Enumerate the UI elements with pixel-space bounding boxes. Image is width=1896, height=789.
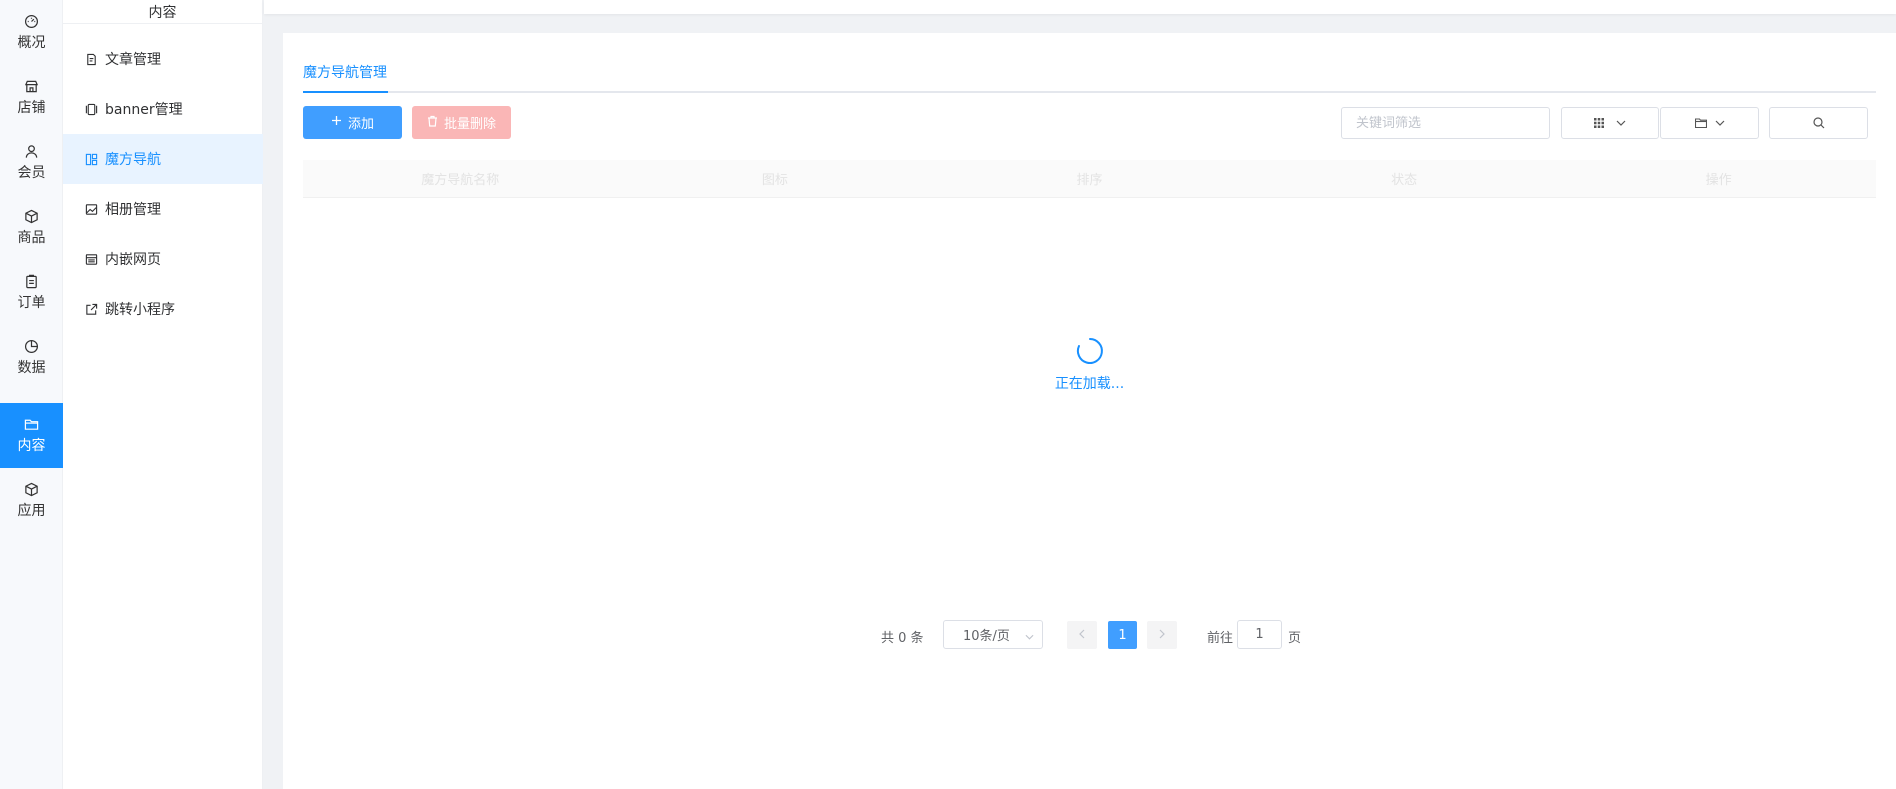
chevron-down-icon: [1616, 120, 1626, 126]
primary-sidebar: 概况 店铺 会员 商品 订单 数据 内容 应用: [0, 0, 63, 789]
goto-label: 前往: [1207, 631, 1234, 646]
goto-page-input[interactable]: [1237, 620, 1282, 649]
nav-item-content[interactable]: 内容: [0, 403, 63, 468]
search-button[interactable]: [1769, 107, 1868, 139]
nav-label: 应用: [17, 503, 46, 519]
column-header-actions: 操作: [1705, 173, 1732, 188]
webpage-icon: [85, 253, 98, 266]
column-header-icon: 图标: [761, 173, 788, 188]
table-header: 魔方导航名称 图标 排序 状态 操作: [303, 160, 1876, 198]
tab-active-indicator: [303, 91, 388, 93]
prev-page-button[interactable]: [1067, 621, 1097, 649]
tab-label: 魔方导航管理: [303, 65, 387, 81]
edit-doc-icon: [85, 53, 98, 66]
sidebar-item-magic-nav[interactable]: 魔方导航: [63, 134, 263, 184]
next-page-button[interactable]: [1147, 621, 1177, 649]
column-settings-dropdown[interactable]: [1561, 107, 1659, 139]
top-bar: [264, 0, 1896, 14]
nav-label: 内容: [17, 438, 46, 454]
page-number[interactable]: 1: [1108, 621, 1137, 649]
nav-item-shop[interactable]: 店铺: [0, 65, 63, 130]
nav-label: 会员: [17, 165, 46, 181]
app-root: 概况 店铺 会员 商品 订单 数据 内容 应用 内容 文章管理 banner管理…: [0, 0, 1896, 789]
sidebar-item-label: 内嵌网页: [105, 252, 161, 268]
export-dropdown[interactable]: [1660, 107, 1759, 139]
user-icon: [24, 144, 39, 159]
layout-icon: [85, 153, 98, 166]
nav-label: 订单: [17, 295, 46, 311]
sidebar-item-mini-program[interactable]: 跳转小程序: [63, 284, 263, 334]
folder-icon: [24, 417, 39, 432]
tab-magic-nav-management[interactable]: 魔方导航管理: [303, 63, 387, 93]
nav-item-apps[interactable]: 应用: [0, 468, 63, 533]
box-icon: [24, 209, 39, 224]
batch-delete-button[interactable]: 批量删除: [412, 106, 511, 139]
carousel-icon: [85, 103, 98, 116]
sidebar-item-album[interactable]: 相册管理: [63, 184, 263, 234]
goto-suffix: 页: [1288, 631, 1302, 646]
plus-icon: [331, 115, 342, 130]
nav-label: 商品: [17, 230, 46, 246]
pagination: 共 0 条 10条/页 1 前往 页: [283, 620, 1896, 650]
grid-icon: [1594, 118, 1604, 128]
tab-bar: 魔方导航管理: [303, 63, 1876, 93]
nav-label: 概况: [17, 35, 46, 51]
trash-icon: [427, 115, 438, 131]
page-size-value: 10条/页: [963, 629, 1010, 644]
secondary-sidebar-title: 内容: [63, 0, 262, 24]
sidebar-item-label: 文章管理: [105, 52, 161, 68]
nav-label: 数据: [17, 360, 46, 376]
chevron-down-icon: [1715, 120, 1725, 126]
column-header-name: 魔方导航名称: [421, 173, 500, 188]
loading-spinner-icon: [1072, 333, 1108, 369]
sidebar-item-articles[interactable]: 文章管理: [63, 34, 263, 84]
keyword-filter-input[interactable]: [1341, 107, 1550, 139]
loading-indicator: 正在加载...: [283, 333, 1896, 393]
nav-label: 店铺: [17, 100, 46, 116]
dashboard-icon: [24, 14, 39, 29]
pagination-total: 共 0 条: [881, 631, 924, 646]
clipboard-icon: [24, 274, 39, 289]
chevron-down-icon: [1025, 629, 1034, 644]
search-icon: [1812, 117, 1825, 129]
column-header-sort: 排序: [1076, 173, 1103, 188]
folder-icon: [1694, 118, 1707, 128]
sidebar-item-label: 魔方导航: [105, 152, 161, 168]
sidebar-item-embedded-page[interactable]: 内嵌网页: [63, 234, 263, 284]
pie-chart-icon: [24, 339, 39, 354]
nav-item-goods[interactable]: 商品: [0, 195, 63, 260]
loading-text: 正在加载...: [1054, 376, 1125, 392]
picture-icon: [85, 203, 98, 216]
chevron-left-icon: [1079, 628, 1085, 643]
batch-delete-label: 批量删除: [443, 117, 496, 132]
add-button[interactable]: 添加: [303, 106, 402, 139]
column-header-status: 状态: [1391, 173, 1418, 188]
nav-item-overview[interactable]: 概况: [0, 0, 63, 65]
sidebar-item-label: banner管理: [105, 102, 183, 118]
cube-icon: [24, 482, 39, 497]
add-button-label: 添加: [347, 117, 374, 132]
sidebar-item-label: 跳转小程序: [105, 302, 175, 318]
page-size-select[interactable]: 10条/页: [943, 620, 1043, 649]
sidebar-item-banner[interactable]: banner管理: [63, 84, 263, 134]
chevron-right-icon: [1159, 628, 1165, 643]
sidebar-item-label: 相册管理: [105, 202, 161, 218]
nav-item-data[interactable]: 数据: [0, 325, 63, 390]
secondary-sidebar: 内容 文章管理 banner管理 魔方导航 相册管理 内嵌网页 跳转小程序: [63, 0, 263, 789]
external-link-icon: [85, 303, 98, 316]
shop-icon: [24, 79, 39, 94]
nav-item-member[interactable]: 会员: [0, 130, 63, 195]
main-content-card: 魔方导航管理 添加 批量删除 关键词筛选 魔方导航名称 图标 排序 状态 操作 …: [283, 33, 1896, 789]
nav-item-order[interactable]: 订单: [0, 260, 63, 325]
